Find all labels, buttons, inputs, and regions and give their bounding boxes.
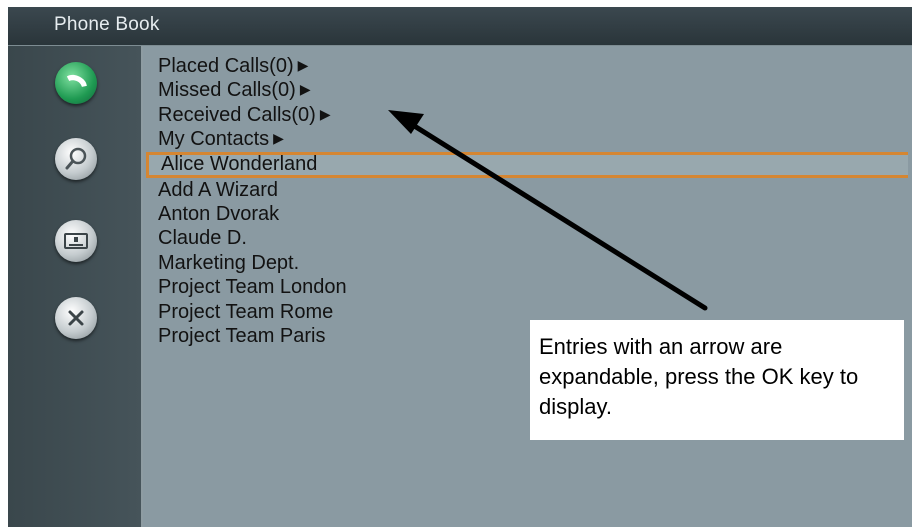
close-icon[interactable]: [55, 297, 97, 339]
magnifier-glyph: [65, 147, 87, 170]
list-item-label: Missed Calls(0): [158, 79, 296, 102]
list-item-label: Project Team Rome: [158, 300, 334, 323]
list-item-my-contacts[interactable]: My Contacts ▶: [158, 127, 908, 151]
annotation-callout: Entries with an arrow are expandable, pr…: [530, 320, 904, 440]
phone-book-list: Placed Calls(0) ▶ Missed Calls(0) ▶ Receiv…: [146, 54, 908, 348]
expand-arrow-icon: ▶: [297, 57, 309, 73]
expand-arrow-icon: ▶: [299, 81, 311, 98]
list-item-missed-calls[interactable]: Missed Calls(0) ▶: [158, 78, 908, 102]
list-item-marketing-dept[interactable]: Marketing Dept.: [158, 251, 908, 275]
page-title: Phone Book: [54, 14, 160, 35]
list-item-label: Add A Wizard: [158, 178, 279, 201]
list-item-label: Project Team London: [158, 276, 347, 299]
expand-arrow-icon: ▶: [319, 105, 331, 122]
title-bar: Phone Book: [8, 7, 912, 46]
list-item-label: Claude D.: [158, 227, 247, 250]
list-item-placed-calls[interactable]: Placed Calls(0) ▶: [158, 54, 908, 78]
list-item-anton-dvorak[interactable]: Anton Dvorak: [158, 202, 908, 226]
phone-handset-glyph: [66, 74, 87, 87]
search-icon[interactable]: [55, 138, 97, 180]
list-item-label: Marketing Dept.: [158, 251, 300, 274]
sidebar: [8, 46, 143, 527]
list-item-label: Anton Dvorak: [158, 202, 280, 225]
contact-card-icon[interactable]: [55, 220, 97, 262]
x-glyph: [68, 310, 84, 326]
call-icon[interactable]: [55, 62, 97, 104]
list-item-label: Alice Wonderland: [161, 152, 318, 175]
list-item-alice-wonderland[interactable]: Alice Wonderland: [146, 151, 908, 178]
list-item-add-a-wizard[interactable]: Add A Wizard: [158, 178, 908, 202]
card-glyph: [64, 233, 88, 249]
list-item-label: Placed Calls(0): [158, 55, 294, 77]
list-item-label: Project Team Paris: [158, 324, 326, 347]
expand-arrow-icon: ▶: [273, 130, 284, 147]
list-item-claude-d[interactable]: Claude D.: [158, 226, 908, 250]
phone-book-list-panel: Placed Calls(0) ▶ Missed Calls(0) ▶ Receiv…: [143, 46, 912, 527]
list-item-project-team-london[interactable]: Project Team London: [158, 275, 908, 299]
phone-book-screen: Phone Book Placed Calls(0) ▶ Missed Call…: [8, 7, 912, 527]
list-item-received-calls[interactable]: Received Calls(0) ▶: [158, 103, 908, 127]
list-item-label: My Contacts: [158, 128, 270, 151]
list-item-label: Received Calls(0): [158, 103, 316, 126]
